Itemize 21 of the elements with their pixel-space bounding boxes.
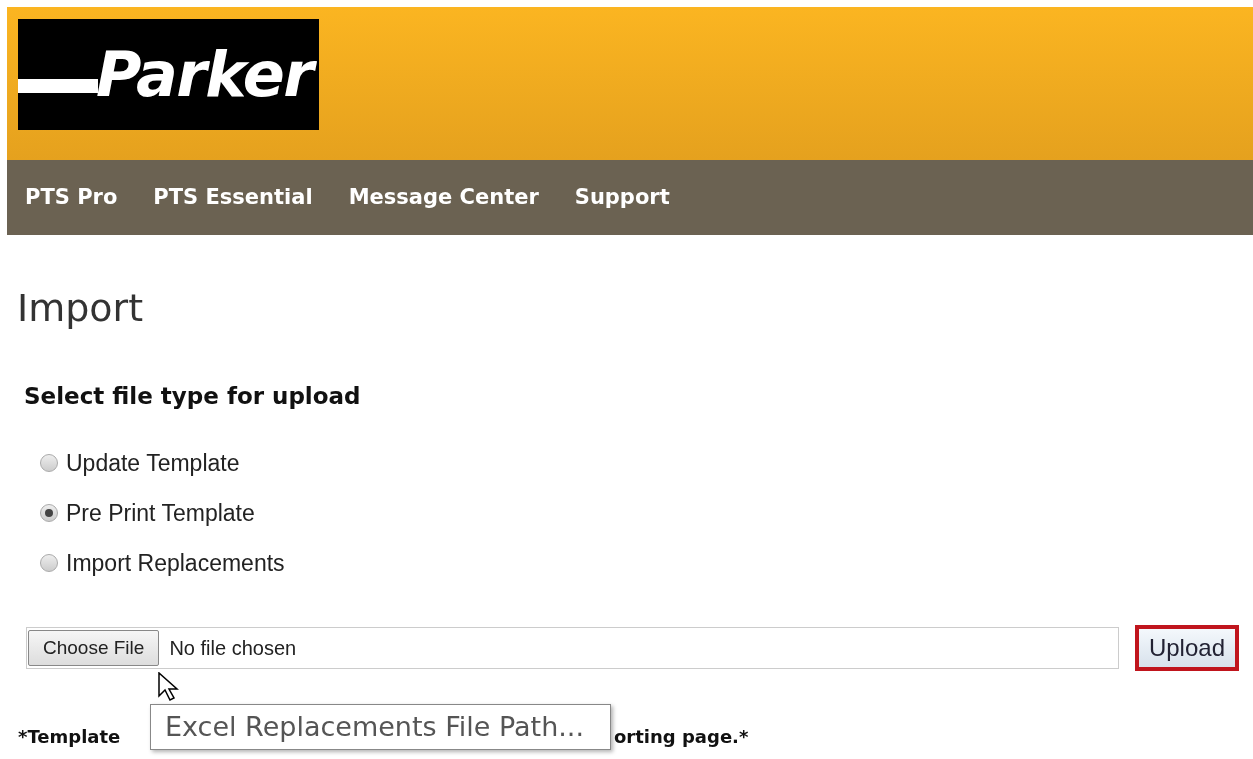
radio-option[interactable]: Pre Print Template [40,499,1253,527]
note-text: *Template [18,726,121,747]
nav-link[interactable]: Message Center [348,181,539,214]
radio-button[interactable] [40,554,58,572]
radio-option[interactable]: Import Replacements [40,549,1253,577]
nav-link[interactable]: Support [574,181,670,214]
radio-option[interactable]: Update Template [40,449,1253,477]
tooltip: Excel Replacements File Path... [150,704,611,750]
file-input[interactable]: Choose File No file chosen [26,627,1119,669]
upload-button[interactable]: Upload [1134,625,1239,671]
choose-file-button[interactable]: Choose File [28,630,160,666]
cursor-icon [158,672,180,702]
radio-button[interactable] [40,504,58,522]
section-title: Select file type for upload [24,381,362,411]
nav-link[interactable]: PTS Pro [25,181,118,214]
radio-button[interactable] [40,454,58,472]
file-status: No file chosen [169,636,297,661]
note-text: orting page.* [614,725,749,749]
logo[interactable]: Parker [18,19,319,130]
nav-link[interactable]: PTS Essential [153,181,313,214]
page-title: Import [17,285,145,332]
